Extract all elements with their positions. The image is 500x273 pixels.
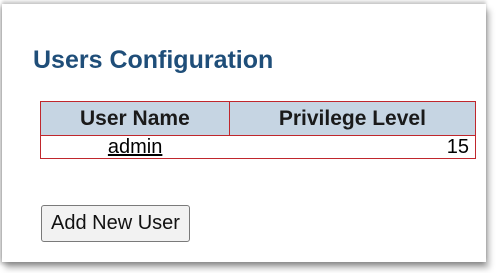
table-header-row: User Name Privilege Level: [40, 101, 477, 136]
users-table: User Name Privilege Level admin 15: [40, 101, 477, 159]
column-header-user-name: User Name: [40, 101, 230, 136]
panel-frame: Users Configuration User Name Privilege …: [2, 4, 486, 262]
column-header-privilege-level: Privilege Level: [228, 101, 477, 136]
user-link-admin[interactable]: admin: [108, 136, 162, 158]
table-row: admin 15: [40, 135, 476, 159]
page-title: Users Configuration: [33, 46, 274, 74]
user-name-cell: admin: [40, 135, 230, 159]
privilege-level-cell: 15: [229, 135, 476, 159]
add-new-user-button[interactable]: Add New User: [41, 205, 190, 242]
